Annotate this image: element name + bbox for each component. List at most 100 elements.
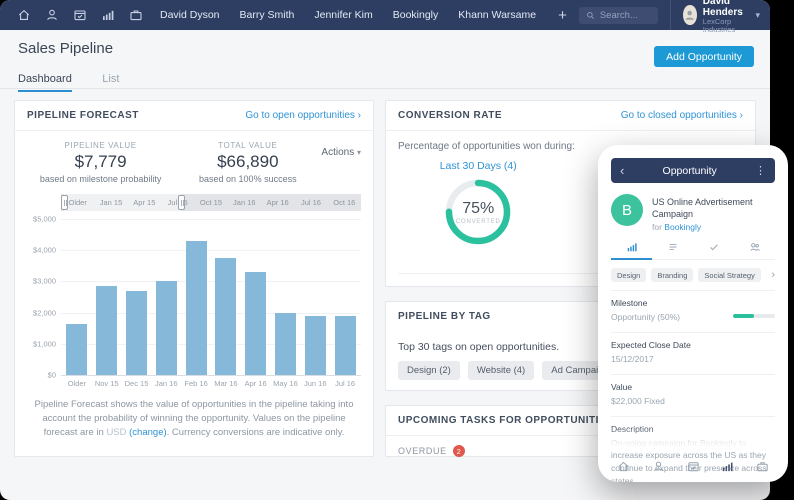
chevron-down-icon: ▾ — [357, 148, 361, 157]
page-title: Sales Pipeline — [18, 40, 113, 57]
slider-labels: OlderJan 15Apr 15Jul 15Oct 15Jan 16Apr 1… — [61, 194, 361, 211]
y-axis-tick-label: $3,000 — [33, 277, 56, 286]
pipeline-forecast-title: PIPELINE FORECAST — [27, 110, 139, 121]
tag-website[interactable]: Website (4) — [468, 361, 534, 380]
currency-label: USD — [106, 427, 126, 438]
milestone-field: Milestone Opportunity (50%) — [611, 290, 775, 324]
opportunity-mobile-card: ‹ Opportunity ⋮ B US Online Advertisemen… — [598, 145, 788, 482]
x-axis-tick-label: Apr 16 — [241, 379, 271, 388]
pipeline-value-label: PIPELINE VALUE — [27, 141, 174, 150]
y-axis-tick-label: $1,000 — [33, 339, 56, 348]
x-axis-tick-label: Jun 16 — [300, 379, 330, 388]
stats-icon[interactable] — [101, 8, 115, 22]
search-icon — [586, 11, 595, 20]
chevron-right-icon[interactable]: › — [771, 269, 775, 281]
home-icon[interactable] — [17, 8, 31, 22]
actions-dropdown[interactable]: Actions ▾ — [321, 141, 361, 184]
phone-bottom-nav — [611, 460, 775, 473]
user-avatar — [683, 5, 696, 25]
opportunity-header-bar: ‹ Opportunity ⋮ — [611, 158, 775, 183]
home-icon[interactable] — [617, 460, 630, 473]
chevron-down-icon[interactable]: ▾ — [755, 10, 760, 21]
x-axis-tick-label: Dec 15 — [122, 379, 152, 388]
total-value-label: TOTAL VALUE — [174, 141, 321, 150]
stats-icon[interactable] — [721, 460, 734, 473]
milestone-value: Opportunity (50%) — [611, 311, 680, 324]
opportunity-header-title: Opportunity — [624, 165, 755, 177]
milestone-label: Milestone — [611, 298, 775, 308]
close-date-field: Expected Close Date 15/12/2017 — [611, 332, 775, 366]
slider-handle-right[interactable] — [178, 195, 185, 210]
forecast-chart-bars — [61, 219, 361, 375]
tag-social-strategy[interactable]: Social Strategy — [698, 268, 760, 282]
for-label: for — [652, 222, 662, 232]
pipeline-value-stat: PIPELINE VALUE $7,779 based on milestone… — [27, 141, 174, 184]
forecast-chart-xlabels: OlderNov 15Dec 15Jan 16Feb 16Mar 16Apr 1… — [61, 379, 361, 388]
conversion-period-30d: Last 30 Days (4) 75% CONVERTED — [386, 160, 571, 245]
overdue-label: OVERDUE — [398, 446, 447, 456]
search-input[interactable] — [600, 10, 652, 21]
nav-tab-record-1[interactable]: David Dyson — [160, 9, 220, 21]
tag-branding[interactable]: Branding — [651, 268, 693, 282]
tab-dashboard[interactable]: Dashboard — [18, 73, 72, 92]
close-date-value: 15/12/2017 — [611, 353, 775, 366]
kebab-menu-icon[interactable]: ⋮ — [755, 164, 766, 177]
milestone-progress-bar — [733, 314, 775, 318]
add-opportunity-button[interactable]: Add Opportunity — [654, 46, 754, 67]
slider-handle-left[interactable] — [61, 195, 68, 210]
total-value-sub: based on 100% success — [174, 174, 321, 184]
slider-label: Apr 16 — [261, 194, 294, 211]
converted-caption: CONVERTED — [456, 219, 501, 225]
briefcase-icon[interactable] — [756, 460, 769, 473]
conversion-pct: 75% — [462, 200, 494, 218]
forecast-footnote: Pipeline Forecast shows the value of opp… — [31, 398, 357, 439]
slider-label: Oct 15 — [194, 194, 227, 211]
last-30-days-link[interactable]: Last 30 Days (4) — [386, 160, 571, 172]
conversion-rate-title: CONVERSION RATE — [398, 110, 502, 121]
opportunity-profile: B US Online Advertisement Campaign for B… — [611, 194, 775, 232]
forecast-bar — [96, 286, 117, 375]
forecast-chart-plot: $5,000$4,000$3,000$2,000$1,000$0 — [61, 219, 361, 375]
company-link[interactable]: Bookingly — [664, 222, 701, 232]
change-currency-link[interactable]: (change) — [129, 427, 167, 438]
closed-opportunities-link[interactable]: Go to closed opportunities › — [621, 110, 743, 121]
tab-list[interactable]: List — [102, 73, 119, 90]
tasks-calendar-icon[interactable] — [73, 8, 87, 22]
pipeline-forecast-panel: PIPELINE FORECAST Go to open opportuniti… — [14, 100, 374, 457]
y-axis-tick-label: $2,000 — [33, 308, 56, 317]
slider-label: Apr 15 — [128, 194, 161, 211]
nav-tab-record-5[interactable]: Khann Warsame — [458, 9, 536, 21]
tag-design[interactable]: Design — [611, 268, 646, 282]
x-axis-tick-label: Feb 16 — [181, 379, 211, 388]
overdue-count-badge: 2 — [453, 445, 465, 457]
slider-label: Jan 16 — [228, 194, 261, 211]
add-tab-button[interactable]: + — [546, 7, 579, 24]
tab-tasks-icon[interactable] — [693, 241, 734, 259]
nav-tab-record-3[interactable]: Jennifer Kim — [314, 9, 372, 21]
x-axis-tick-label: Nov 15 — [92, 379, 122, 388]
contacts-icon[interactable] — [45, 8, 59, 22]
nav-tab-record-4[interactable]: Bookingly — [393, 9, 439, 21]
tag-design[interactable]: Design (2) — [398, 361, 460, 380]
forecast-chart: $5,000$4,000$3,000$2,000$1,000$0 OlderNo… — [27, 219, 361, 388]
tab-contacts-icon[interactable] — [734, 241, 775, 259]
forecast-bar — [66, 324, 87, 375]
user-name: David Henders — [703, 0, 750, 18]
briefcase-icon[interactable] — [129, 8, 143, 22]
tab-stats-icon[interactable] — [611, 241, 652, 260]
forecast-stats: PIPELINE VALUE $7,779 based on milestone… — [15, 131, 373, 188]
forecast-range-slider: OlderJan 15Apr 15Jul 15Oct 15Jan 16Apr 1… — [61, 194, 361, 211]
x-axis-tick-label: Jan 16 — [151, 379, 181, 388]
value-label: Value — [611, 382, 775, 392]
tasks-calendar-icon[interactable] — [687, 460, 700, 473]
y-axis-tick-label: $4,000 — [33, 246, 56, 255]
forecast-bar — [275, 313, 296, 375]
open-opportunities-link[interactable]: Go to open opportunities › — [245, 110, 361, 121]
opportunity-title: US Online Advertisement Campaign — [652, 194, 775, 220]
user-menu[interactable]: David Henders LexCorp Industries ▾ — [670, 0, 760, 34]
forecast-bar — [305, 316, 326, 375]
milestone-progress-fill — [733, 314, 754, 318]
contacts-icon[interactable] — [652, 460, 665, 473]
nav-tab-record-2[interactable]: Barry Smith — [240, 9, 295, 21]
tab-notes-icon[interactable] — [652, 241, 693, 259]
